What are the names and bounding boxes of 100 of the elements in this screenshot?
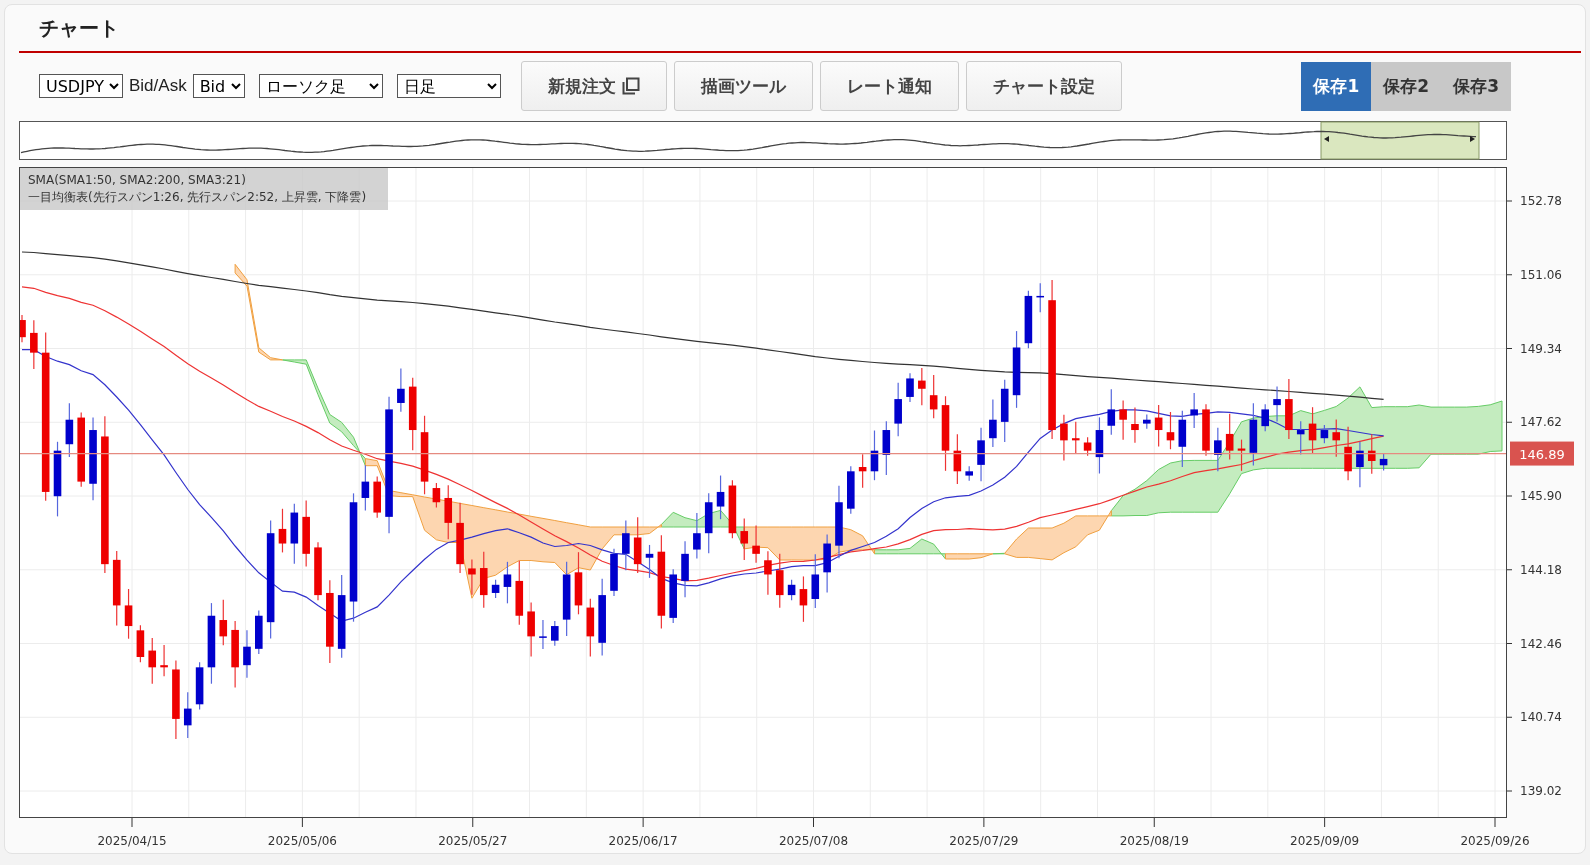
date-axis-label: 2025/05/27: [438, 834, 508, 848]
price-axis-label: 139.02: [1520, 784, 1562, 798]
candlestick: [1202, 403, 1210, 457]
right-handle-icon[interactable]: [1470, 136, 1475, 142]
date-axis-label: 2025/08/19: [1119, 834, 1189, 848]
candlestick: [302, 499, 310, 568]
candlestick: [622, 519, 630, 571]
candlestick: [491, 579, 500, 599]
candlestick: [870, 429, 879, 481]
price-side-select[interactable]: Bid: [192, 74, 245, 98]
price-axis-label: 142.46: [1520, 636, 1562, 651]
date-axis-label: 2025/09/26: [1460, 834, 1530, 848]
toolbar-button[interactable]: チャート設定: [965, 61, 1122, 111]
candlestick: [1379, 453, 1388, 472]
candlestick: [1107, 388, 1116, 436]
candlestick: [397, 368, 405, 413]
candlestick: [574, 551, 583, 615]
candlestick: [894, 382, 902, 437]
candlestick: [1344, 426, 1352, 481]
candlestick: [231, 620, 239, 689]
toolbar-button[interactable]: 描画ツール: [673, 61, 813, 111]
candlestick: [195, 661, 204, 711]
candlestick: [918, 367, 926, 406]
timeframe-select[interactable]: 日足: [396, 74, 501, 98]
symbol-select[interactable]: USDJPY: [39, 74, 123, 98]
candlestick: [65, 402, 74, 458]
candlestick: [633, 516, 642, 574]
chart-type-select[interactable]: ローソク足: [258, 74, 383, 98]
candlestick: [19, 314, 26, 343]
candlestick: [645, 544, 654, 579]
candlestick: [468, 558, 476, 596]
candlestick: [823, 534, 831, 594]
range-selector-handle[interactable]: [1320, 121, 1480, 160]
price-axis-label: 144.18: [1520, 562, 1562, 577]
save-slot-tab[interactable]: 保存2: [1371, 61, 1442, 111]
page-title: チャート: [39, 15, 120, 42]
candlestick: [503, 561, 512, 604]
candlestick: [278, 508, 287, 553]
candlestick: [124, 588, 133, 640]
candlestick: [444, 484, 453, 540]
candlestick: [1036, 282, 1045, 313]
date-axis-label: 2025/07/29: [949, 834, 1019, 848]
candlestick: [1000, 379, 1009, 443]
candlestick: [1154, 404, 1163, 448]
candlestick: [586, 598, 595, 658]
candlestick: [1308, 406, 1317, 454]
save-slot-tab[interactable]: 保存1: [1301, 61, 1372, 111]
toolbar-button[interactable]: レート通知: [819, 61, 959, 111]
candlestick: [479, 551, 488, 609]
candlestick: [1237, 439, 1246, 472]
candlestick: [1083, 436, 1092, 457]
candlestick: [965, 465, 973, 482]
candlestick: [1178, 410, 1187, 468]
candlestick: [527, 601, 535, 658]
candlestick: [929, 374, 938, 419]
date-axis-label: 2025/04/15: [97, 834, 167, 848]
candlestick: [799, 575, 808, 623]
candlestick: [1296, 420, 1305, 456]
candlestick: [1071, 421, 1080, 454]
price-axis-label: 145.90: [1520, 489, 1562, 503]
candlestick: [148, 637, 157, 685]
candlestick: [30, 319, 38, 370]
candlestick: [906, 372, 914, 403]
candlestick: [219, 599, 228, 646]
price-axis-label: 152.78: [1520, 194, 1562, 208]
price-axis-label: 140.74: [1520, 710, 1562, 725]
save-slot-tab[interactable]: 保存3: [1441, 61, 1511, 111]
toolbar-button[interactable]: 新規注文: [520, 61, 667, 111]
candlestick: [681, 540, 689, 598]
new-window-icon: [621, 77, 640, 95]
candlestick: [989, 398, 997, 448]
date-axis-label: 2025/09/09: [1290, 834, 1360, 848]
candlestick: [740, 517, 749, 561]
left-handle-icon[interactable]: [1324, 136, 1329, 142]
candlestick: [610, 548, 618, 597]
candlestick: [361, 464, 370, 512]
candlestick: [1095, 416, 1104, 475]
candlestick: [1166, 411, 1175, 450]
candlestick: [847, 465, 855, 515]
candlestick: [953, 433, 962, 485]
candlestick: [977, 427, 985, 482]
candlestick: [1249, 402, 1258, 467]
candlestick: [764, 550, 772, 596]
candlestick: [136, 624, 145, 663]
candlestick: [775, 553, 784, 609]
candlestick: [1119, 399, 1127, 441]
candlestick: [858, 453, 867, 489]
candlestick: [693, 512, 701, 560]
candlestick: [1261, 403, 1269, 432]
candlestick: [314, 541, 322, 601]
candlestick: [728, 479, 737, 539]
candlestick: [1060, 414, 1068, 462]
candlestick: [551, 620, 559, 647]
candlestick: [1356, 441, 1364, 488]
candlestick: [515, 560, 524, 626]
date-axis-label: 2025/06/17: [608, 834, 678, 848]
candlestick: [243, 629, 251, 679]
candlestick: [456, 502, 464, 574]
candlestick: [811, 553, 820, 609]
candlestick: [704, 492, 713, 554]
